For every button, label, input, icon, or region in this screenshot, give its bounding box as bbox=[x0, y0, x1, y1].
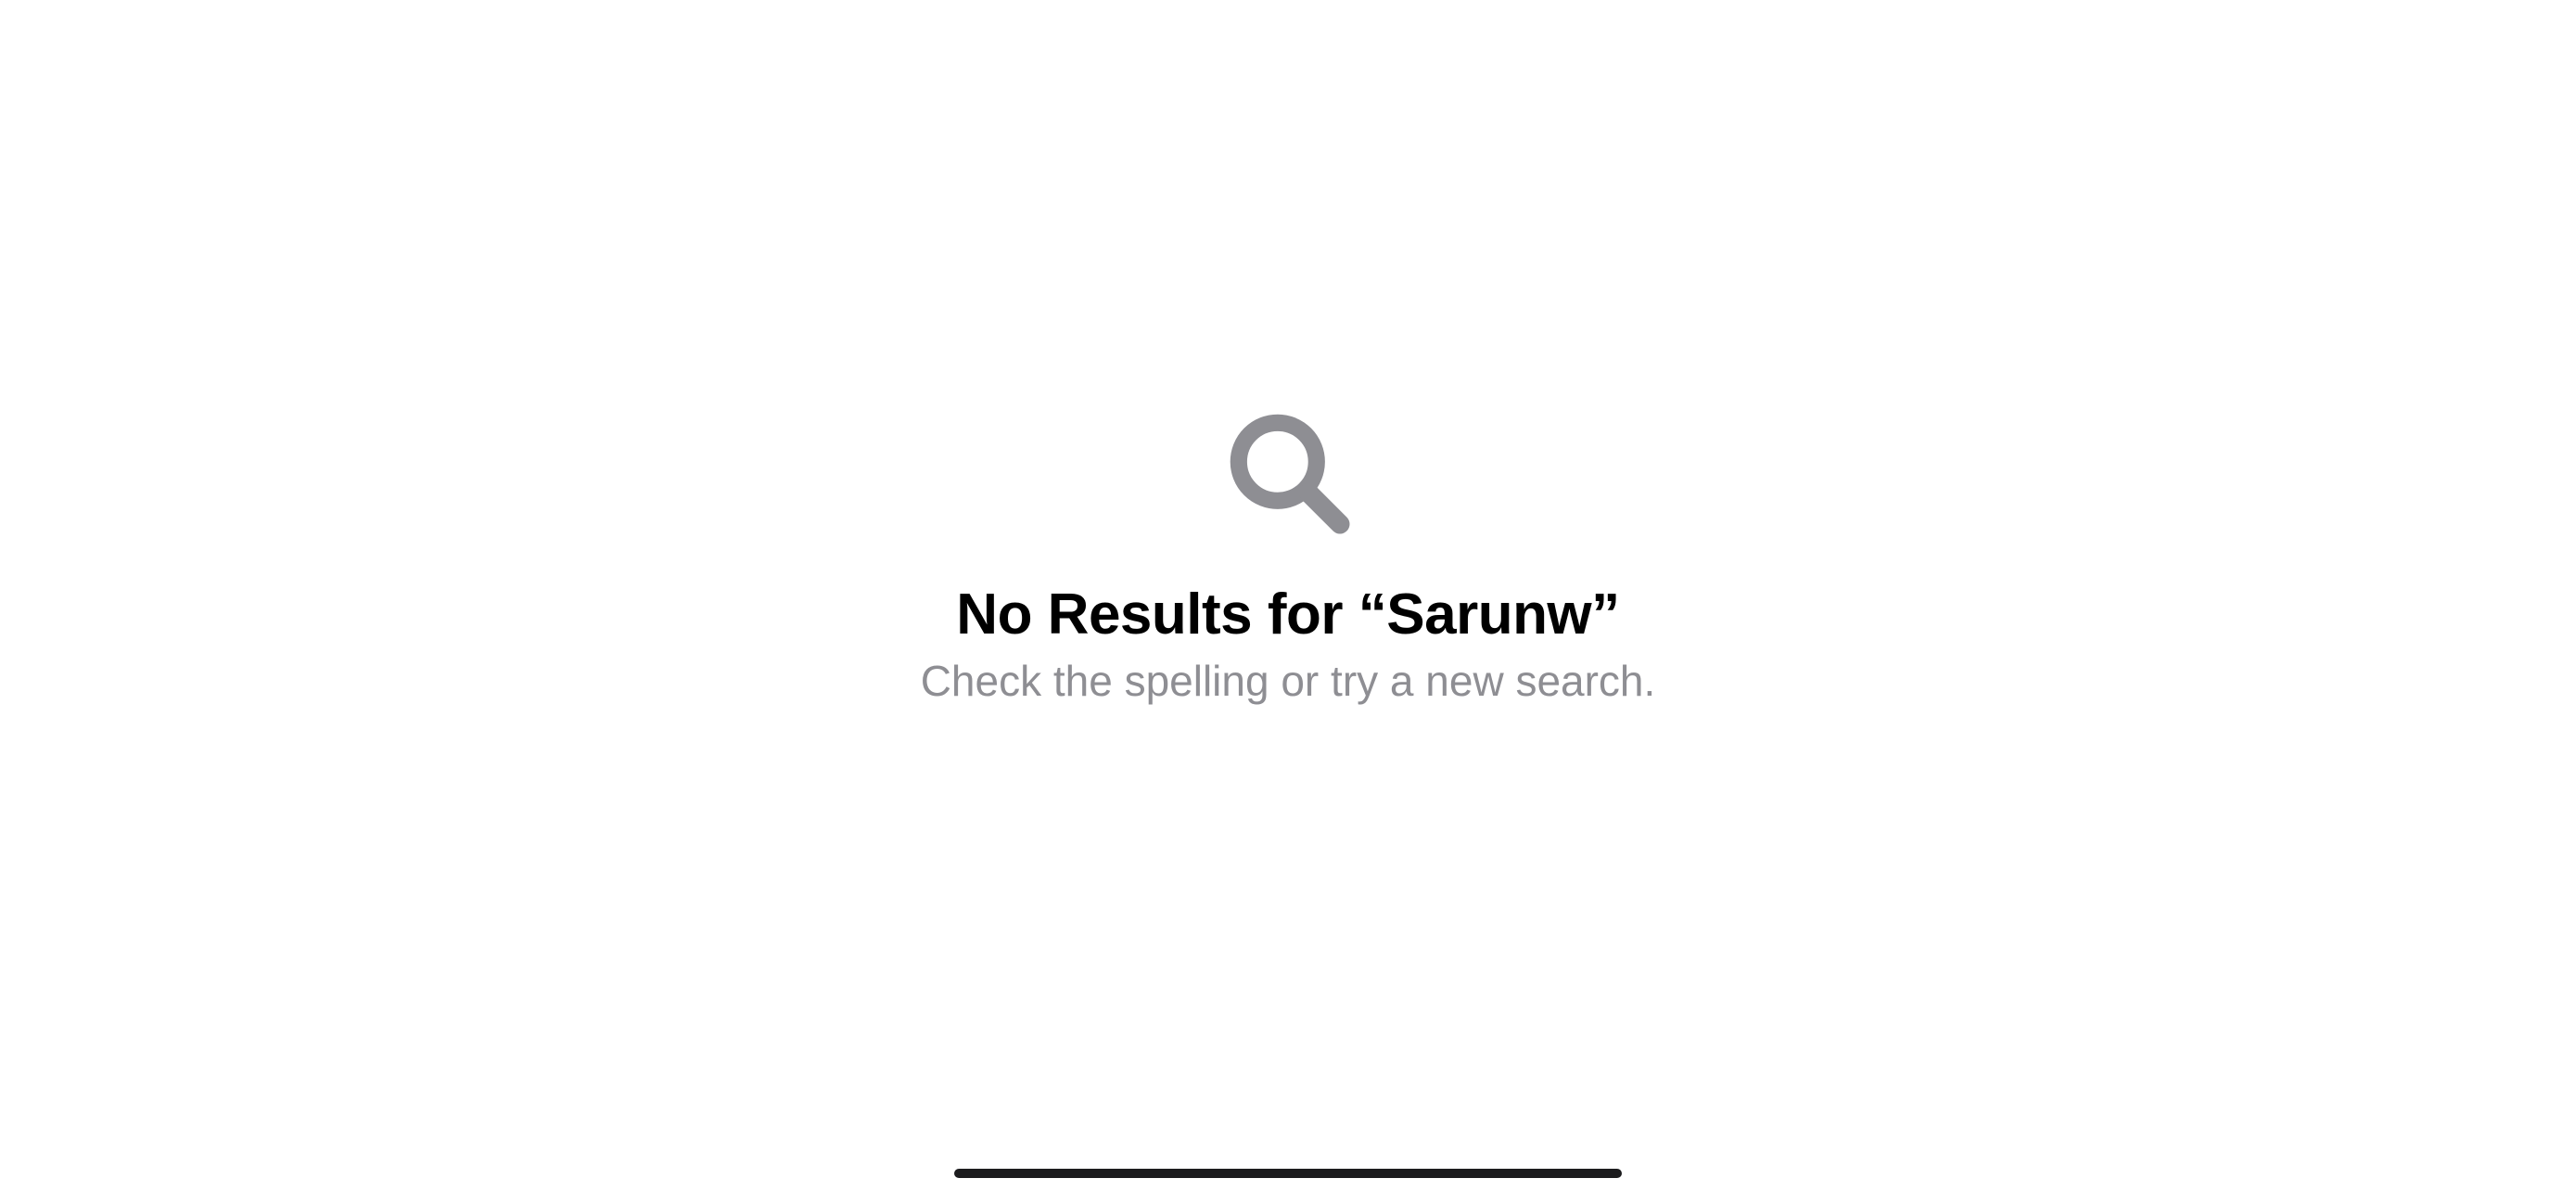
no-results-title: No Results for “Sarunw” bbox=[956, 582, 1619, 647]
empty-state: No Results for “Sarunw” Check the spelli… bbox=[921, 407, 1656, 709]
search-icon bbox=[1223, 407, 1353, 537]
home-indicator[interactable] bbox=[954, 1169, 1622, 1178]
no-results-subtitle: Check the spelling or try a new search. bbox=[921, 654, 1656, 710]
